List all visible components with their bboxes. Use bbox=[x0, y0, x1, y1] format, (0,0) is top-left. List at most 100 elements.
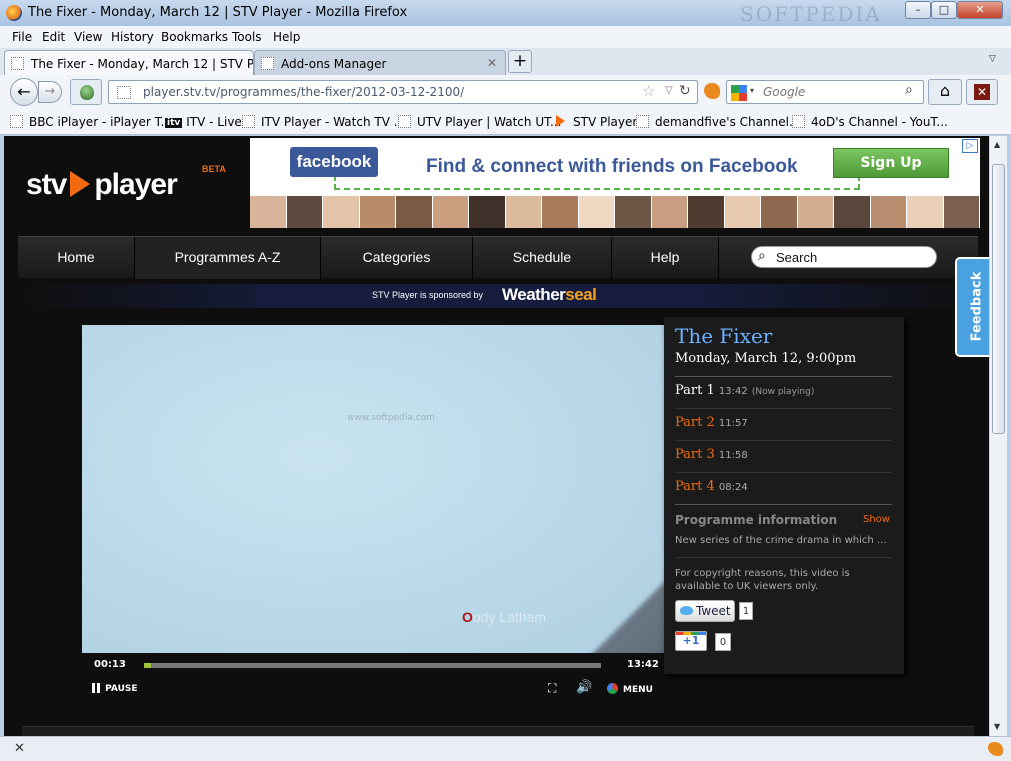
new-tab-button[interactable]: + bbox=[508, 50, 532, 73]
nav-help[interactable]: Help bbox=[612, 237, 719, 279]
bookmark-itv-live[interactable]: itv ITV - Live bbox=[165, 115, 242, 129]
tweet-label: Tweet bbox=[696, 604, 731, 618]
close-tab-icon[interactable]: ✕ bbox=[487, 56, 497, 70]
site-identity-icon[interactable] bbox=[117, 86, 131, 99]
menu-label: MENU bbox=[623, 685, 653, 695]
beta-badge: BETA bbox=[202, 164, 226, 174]
site-search-input[interactable]: ⌕ Search bbox=[751, 246, 937, 268]
reload-icon[interactable]: ↻ bbox=[679, 83, 691, 99]
duration-time: 13:42 bbox=[627, 659, 659, 670]
minimize-button[interactable]: – bbox=[905, 1, 931, 19]
google-engine-icon[interactable] bbox=[731, 85, 747, 101]
nav-categories[interactable]: Categories bbox=[321, 237, 473, 279]
history-dropdown-icon[interactable]: ▽ bbox=[665, 85, 673, 96]
tweet-button[interactable]: Tweet bbox=[675, 600, 735, 622]
site-search-placeholder: Search bbox=[776, 250, 818, 265]
adchoices-icon[interactable]: ▷ bbox=[962, 139, 978, 153]
back-button[interactable]: ← bbox=[10, 78, 38, 106]
engine-dropdown-icon[interactable]: ▾ bbox=[750, 86, 754, 95]
home-button[interactable]: ⌂ bbox=[928, 79, 962, 105]
scroll-down-icon[interactable]: ▼ bbox=[994, 722, 1000, 731]
programme-panel: The Fixer Monday, March 12, 9:00pm Part … bbox=[664, 317, 904, 674]
tab-addons-manager[interactable]: Add-ons Manager ✕ bbox=[254, 50, 506, 75]
logo-text-player: player bbox=[94, 168, 177, 201]
feedback-tab[interactable]: Feedback bbox=[955, 257, 989, 357]
bookmark-label: ITV - Live bbox=[186, 115, 242, 129]
part-3[interactable]: Part 3 11:58 bbox=[675, 447, 748, 462]
bookmark-utv-player[interactable]: UTV Player | Watch UT... bbox=[398, 115, 561, 129]
scroll-up-icon[interactable]: ▲ bbox=[994, 140, 1000, 149]
bookmark-itv-player[interactable]: ITV Player - Watch TV ... bbox=[242, 115, 405, 129]
tab-list-button[interactable]: ▽ bbox=[989, 54, 996, 64]
sponsor-banner[interactable]: STV Player is sponsored by Weatherseal bbox=[256, 284, 616, 308]
divider bbox=[675, 472, 892, 473]
page-footer-strip bbox=[22, 726, 974, 736]
logo-text-stv: stv bbox=[26, 168, 67, 201]
stv-icon bbox=[556, 115, 565, 127]
bookmark-star-icon[interactable]: ☆ bbox=[642, 82, 655, 100]
part-name: Part 3 bbox=[675, 447, 715, 462]
search-placeholder[interactable]: Google bbox=[763, 85, 805, 99]
tab-the-fixer[interactable]: The Fixer - Monday, March 12 | STV P... bbox=[4, 50, 254, 75]
fox-status-icon[interactable] bbox=[988, 742, 1003, 756]
facebook-banner-ad[interactable]: facebook Find & connect with friends on … bbox=[250, 138, 980, 228]
stv-player-logo[interactable]: stv player BETA bbox=[26, 164, 226, 202]
fullscreen-icon[interactable]: ⛶ bbox=[548, 681, 556, 696]
volume-icon[interactable]: 🔊 bbox=[576, 680, 592, 695]
menu-tools[interactable]: Tools bbox=[232, 30, 262, 44]
menu-view[interactable]: View bbox=[74, 30, 102, 44]
pause-label: PAUSE bbox=[105, 684, 138, 694]
feedback-label: Feedback bbox=[969, 271, 985, 342]
url-text[interactable]: player.stv.tv/programmes/the-fixer/2012-… bbox=[143, 85, 464, 99]
greasemonkey-button[interactable] bbox=[70, 79, 102, 105]
scroll-thumb[interactable] bbox=[992, 164, 1005, 434]
addon-button[interactable]: ✕ bbox=[966, 79, 998, 105]
maximize-button[interactable]: □ bbox=[931, 1, 957, 19]
forward-button[interactable]: → bbox=[38, 81, 62, 103]
bookmark-demandfive[interactable]: demandfive's Channel... bbox=[636, 115, 800, 129]
bookmark-bbc-iplayer[interactable]: BBC iPlayer - iPlayer T... bbox=[10, 115, 172, 129]
signup-button[interactable]: Sign Up bbox=[833, 148, 949, 178]
show-info-link[interactable]: Show bbox=[863, 514, 890, 525]
vertical-scrollbar[interactable]: ▲ ▼ bbox=[989, 136, 1007, 736]
part-4[interactable]: Part 4 08:24 bbox=[675, 479, 748, 494]
fox-addon-icon[interactable] bbox=[704, 83, 720, 99]
bookmark-4od[interactable]: 4oD's Channel - YouT... bbox=[792, 115, 948, 129]
close-window-button[interactable]: ✕ bbox=[957, 1, 1003, 19]
address-bar[interactable]: player.stv.tv/programmes/the-fixer/2012-… bbox=[108, 80, 698, 104]
twitter-bird-icon bbox=[680, 606, 693, 615]
progress-bar[interactable] bbox=[144, 663, 601, 668]
close-addon-bar-icon[interactable]: ✕ bbox=[14, 741, 25, 756]
caption-a: O bbox=[462, 609, 473, 625]
tab-label: The Fixer - Monday, March 12 | STV P... bbox=[31, 57, 254, 71]
part-2[interactable]: Part 2 11:57 bbox=[675, 415, 748, 430]
title-bar: The Fixer - Monday, March 12 | STV Playe… bbox=[0, 0, 1011, 26]
part-duration: 11:58 bbox=[718, 450, 748, 461]
divider bbox=[675, 557, 892, 558]
copyright-notice: For copyright reasons, this video is ava… bbox=[675, 568, 850, 592]
part-duration: 13:42 bbox=[718, 386, 748, 397]
sponsor-text: STV Player is sponsored by bbox=[372, 290, 484, 300]
video-player[interactable]: www.softpedia.com Oody Latham bbox=[82, 325, 664, 653]
nav-programmes-a-z[interactable]: Programmes A-Z bbox=[135, 237, 321, 279]
nav-home[interactable]: Home bbox=[18, 237, 135, 279]
search-icon[interactable]: ⌕ bbox=[905, 82, 913, 98]
bookmark-stv-player[interactable]: STV Player bbox=[556, 115, 637, 129]
pause-button[interactable]: PAUSE bbox=[92, 683, 138, 694]
programme-title[interactable]: The Fixer bbox=[675, 324, 772, 348]
menu-icon bbox=[607, 683, 618, 694]
player-menu-button[interactable]: MENU bbox=[607, 683, 653, 695]
part-1[interactable]: Part 1 13:42 (Now playing) bbox=[675, 383, 814, 398]
divider bbox=[675, 440, 892, 441]
menu-edit[interactable]: Edit bbox=[42, 30, 65, 44]
part-duration: 11:57 bbox=[718, 418, 748, 429]
itv-icon: itv bbox=[165, 118, 183, 128]
page-icon bbox=[792, 115, 805, 128]
menu-history[interactable]: History bbox=[111, 30, 154, 44]
menu-help[interactable]: Help bbox=[273, 30, 300, 44]
search-box[interactable]: ▾ Google ⌕ bbox=[726, 80, 924, 104]
menu-bookmarks[interactable]: Bookmarks bbox=[161, 30, 228, 44]
menu-file[interactable]: File bbox=[12, 30, 32, 44]
plus-one-button[interactable]: +1 bbox=[675, 631, 707, 651]
nav-schedule[interactable]: Schedule bbox=[473, 237, 612, 279]
